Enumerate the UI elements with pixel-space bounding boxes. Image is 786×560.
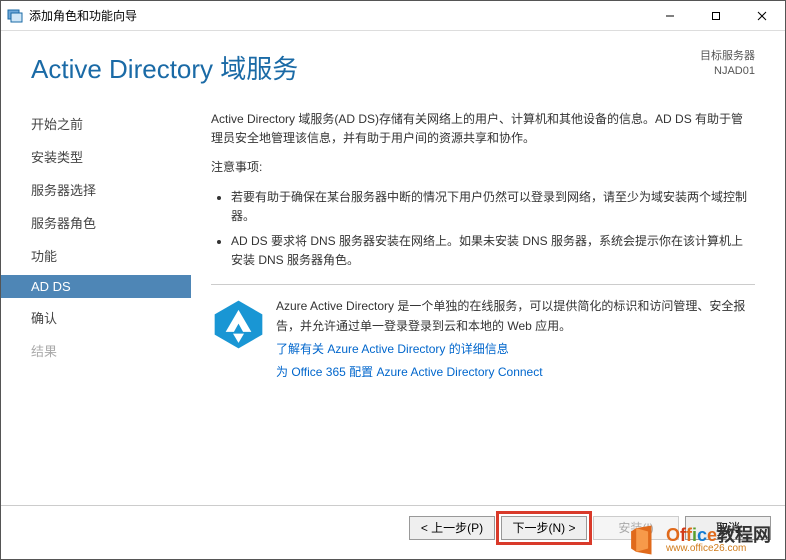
aad-description: Azure Active Directory 是一个单独的在线服务，可以提供简化… [276, 297, 755, 335]
destination-server: 目标服务器 NJAD01 [700, 49, 755, 80]
destination-value: NJAD01 [700, 64, 755, 79]
aad-connect-link[interactable]: 为 Office 365 配置 Azure Active Directory C… [276, 363, 755, 382]
maximize-button[interactable] [693, 1, 739, 30]
cancel-button[interactable]: 取消 [685, 516, 771, 540]
previous-button[interactable]: < 上一步(P) [409, 516, 495, 540]
titlebar: 添加角色和功能向导 [1, 1, 785, 31]
sidebar-item-server-roles[interactable]: 服务器角色 [1, 209, 191, 236]
close-button[interactable] [739, 1, 785, 30]
azure-ad-icon [211, 297, 266, 382]
sidebar-item-label: 服务器选择 [31, 183, 96, 198]
sidebar-item-label: 功能 [31, 249, 57, 264]
install-button: 安装(I) [593, 516, 679, 540]
sidebar-item-before-begin[interactable]: 开始之前 [1, 110, 191, 137]
app-icon [7, 8, 23, 24]
header: Active Directory 域服务 目标服务器 NJAD01 [1, 31, 785, 94]
sidebar-item-adds[interactable]: AD DS [1, 275, 191, 298]
sidebar-item-install-type[interactable]: 安装类型 [1, 143, 191, 170]
sidebar-item-features[interactable]: 功能 [1, 242, 191, 269]
sidebar-item-confirm[interactable]: 确认 [1, 304, 191, 331]
window-title: 添加角色和功能向导 [29, 7, 647, 24]
sidebar-item-server-select[interactable]: 服务器选择 [1, 176, 191, 203]
next-button[interactable]: 下一步(N) > [501, 516, 587, 540]
aad-info-text: Azure Active Directory 是一个单独的在线服务，可以提供简化… [276, 297, 755, 382]
aad-info-box: Azure Active Directory 是一个单独的在线服务，可以提供简化… [211, 284, 755, 382]
sidebar-item-label: 确认 [31, 311, 57, 326]
sidebar-item-label: 服务器角色 [31, 216, 96, 231]
notes-label: 注意事项: [211, 158, 755, 177]
sidebar-item-results: 结果 [1, 337, 191, 364]
sidebar-item-label: AD DS [31, 279, 71, 294]
sidebar-item-label: 结果 [31, 344, 57, 359]
aad-learn-more-link[interactable]: 了解有关 Azure Active Directory 的详细信息 [276, 340, 755, 359]
minimize-button[interactable] [647, 1, 693, 30]
sidebar: 开始之前 安装类型 服务器选择 服务器角色 功能 AD DS 确认 结果 [1, 104, 191, 388]
note-item: AD DS 要求将 DNS 服务器安装在网络上。如果未安装 DNS 服务器，系统… [231, 232, 755, 270]
main-content: Active Directory 域服务(AD DS)存储有关网络上的用户、计算… [191, 104, 775, 388]
sidebar-item-label: 开始之前 [31, 117, 83, 132]
window-controls [647, 1, 785, 30]
notes-list: 若要有助于确保在某台服务器中断的情况下用户仍然可以登录到网络，请至少为域安装两个… [211, 188, 755, 271]
intro-text: Active Directory 域服务(AD DS)存储有关网络上的用户、计算… [211, 110, 755, 148]
button-bar: < 上一步(P) 下一步(N) > 安装(I) 取消 [1, 505, 785, 549]
note-item: 若要有助于确保在某台服务器中断的情况下用户仍然可以登录到网络，请至少为域安装两个… [231, 188, 755, 226]
page-title: Active Directory 域服务 [31, 49, 700, 86]
sidebar-item-label: 安装类型 [31, 150, 83, 165]
destination-label: 目标服务器 [700, 49, 755, 64]
